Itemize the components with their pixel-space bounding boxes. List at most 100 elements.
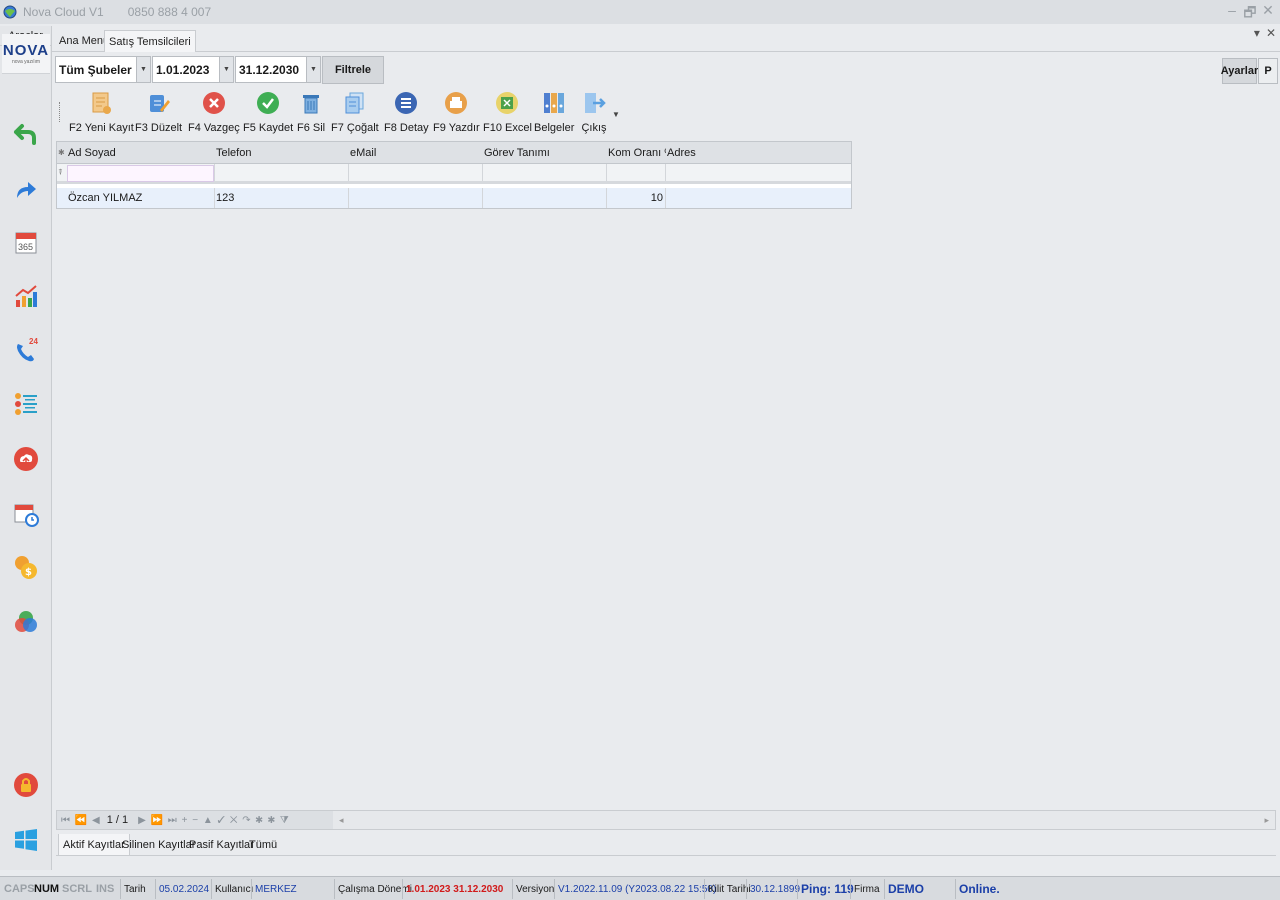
auto-filter-row: ⍒ [57,164,851,184]
column-header-phone[interactable]: Telefon [216,142,346,163]
phone-24-badge: 24 [29,337,38,346]
nova-logo-subtitle: nova yazılım [11,59,41,65]
print-label: F9 Yazdır [433,122,480,134]
table-row[interactable]: Özcan YILMAZ 123 10 [57,188,851,208]
period-value: 1.01.2023 31.12.2030 [402,879,506,899]
excel-icon [496,92,519,114]
save-label: F5 Kaydet [243,122,294,134]
column-header-commission[interactable]: Kom Oranı % [608,142,666,163]
branch-select[interactable]: Tüm Şubeler ▼ [55,56,151,83]
cell-email[interactable] [350,188,480,208]
status-bar: CAPS NUM SCRL INS Tarih 05.02.2024 Kulla… [0,876,1280,900]
end-date-value: 31.12.2030 [239,62,300,77]
toolbar-more-icon[interactable]: ▼ [612,110,620,119]
phone-24-icon[interactable]: 24 [12,337,40,365]
growth-chart-icon[interactable] [12,282,40,310]
edit-label: F3 Düzelt [135,122,183,134]
edit-button[interactable]: F3 Düzelt [135,88,182,138]
tab-close-button[interactable]: ✕ [1266,26,1276,40]
nav-first-prev-buttons[interactable]: ⏮ ⏪ ◀ [61,815,101,826]
user-label: Kullanıcı [211,879,256,899]
filter-button[interactable]: Filtrele [322,56,384,84]
forward-arrow-icon[interactable] [12,175,40,203]
column-header-role[interactable]: Görev Tanımı [484,142,604,163]
cloud-upload-icon[interactable] [12,445,40,473]
lock-icon[interactable] [12,771,40,799]
start-date-field[interactable]: 1.01.2023 ▼ [152,56,234,83]
horizontal-scrollbar[interactable]: ◂ ▸ [333,811,1275,829]
trash-icon [303,95,320,114]
svg-text:$: $ [25,567,32,578]
date-label: Tarih [120,879,149,899]
cancel-button[interactable]: F4 Vazgeç [188,88,240,138]
documents-button[interactable]: Belgeler [534,88,574,138]
tab-satis-temsilcileri[interactable]: Satış Temsilcileri [104,30,196,52]
detail-button[interactable]: F8 Detay [384,88,429,138]
name-filter-input[interactable] [67,165,214,182]
new-record-label: F2 Yeni Kayıt [69,122,134,134]
documents-label: Belgeler [534,122,575,134]
nova-logo[interactable]: NOVA nova yazılım [2,34,50,74]
version-value: V1.2022.11.09 (Y2023.08.22 15:50) [554,879,719,899]
tab-menu-button[interactable]: ▾ [1254,26,1260,40]
exit-button[interactable]: Çıkış [581,88,607,138]
support-phone: 0850 888 4 007 [127,5,212,19]
cell-phone[interactable]: 123 [216,188,346,208]
detail-list-icon [395,92,418,114]
p-button[interactable]: P [1258,58,1278,84]
detail-label: F8 Detay [384,122,429,134]
currency-exchange-icon[interactable]: $ [12,553,40,581]
cell-name[interactable]: Özcan YILMAZ [68,188,213,208]
cell-role[interactable] [484,188,604,208]
document-tabs: Ana Menü Satış Temsilcileri ▾ ✕ [52,26,1280,52]
column-header-email[interactable]: eMail [350,142,480,163]
ins-indicator: INS [96,883,115,895]
tab-all-records[interactable]: Tümü [245,834,281,856]
chevron-down-icon[interactable]: ▼ [219,57,233,82]
scroll-left-icon[interactable]: ◂ [339,815,344,826]
delete-button[interactable]: F6 Sil [297,88,325,138]
tab-all-records-label: Tümü [249,839,278,851]
restore-button[interactable]: 🗗 [1242,2,1258,26]
toolbar: F2 Yeni Kayıt F3 Düzelt F4 Vazgeç F5 Kay… [55,86,1280,138]
edit-icon [149,95,170,112]
filter-row-icon: ⍒ [58,167,63,177]
save-button[interactable]: F5 Kaydet [243,88,293,138]
grid-header: ✱ Ad Soyad Telefon eMail Görev Tanımı Ko… [57,142,851,164]
branch-select-value: Tüm Şubeler [59,62,132,77]
row-indicator-icon: ✱ [58,148,65,157]
scroll-right-icon[interactable]: ▸ [1264,815,1269,826]
binders-icon [544,93,565,113]
num-indicator: NUM [34,883,60,895]
duplicate-button[interactable]: F7 Çoğalt [331,88,379,138]
close-icon [202,92,225,114]
delete-label: F6 Sil [297,122,326,134]
calendar-365-icon[interactable]: 365 [12,228,40,256]
close-button[interactable]: ✕ [1260,2,1276,26]
record-filter-tabs: Aktif Kayıtlar Silinen Kayıtlar Pasif Ka… [56,832,1276,856]
back-arrow-icon[interactable] [12,120,40,148]
new-record-button[interactable]: F2 Yeni Kayıt [69,88,134,138]
excel-label: F10 Excel [483,122,532,134]
toolbar-grip[interactable] [59,102,61,122]
excel-button[interactable]: F10 Excel [483,88,532,138]
chevron-down-icon[interactable]: ▼ [136,57,150,82]
end-date-field[interactable]: 31.12.2030 ▼ [235,56,321,83]
check-icon [257,92,280,114]
online-status: Online. [955,879,1003,899]
color-palette-icon[interactable] [12,608,40,636]
cell-address[interactable] [667,188,847,208]
chevron-down-icon[interactable]: ▼ [306,57,320,82]
minimize-button[interactable]: – [1224,2,1240,26]
windows-icon[interactable] [12,826,40,854]
nav-action-buttons[interactable]: ▶ ⏩ ⏭ + − ▲ ✓ ✕ ↷ ✱ ✱ ⧩ [138,815,290,826]
list-icon[interactable] [12,390,40,418]
column-header-name[interactable]: Ad Soyad [68,142,213,163]
column-header-address[interactable]: Adres [667,142,847,163]
settings-button[interactable]: Ayarlar [1221,58,1258,84]
scrl-indicator: SCRL [62,883,92,895]
cell-commission[interactable]: 10 [608,188,663,208]
calendar-clock-icon[interactable] [12,500,40,528]
start-date-value: 1.01.2023 [156,62,210,77]
print-button[interactable]: F9 Yazdır [433,88,480,138]
